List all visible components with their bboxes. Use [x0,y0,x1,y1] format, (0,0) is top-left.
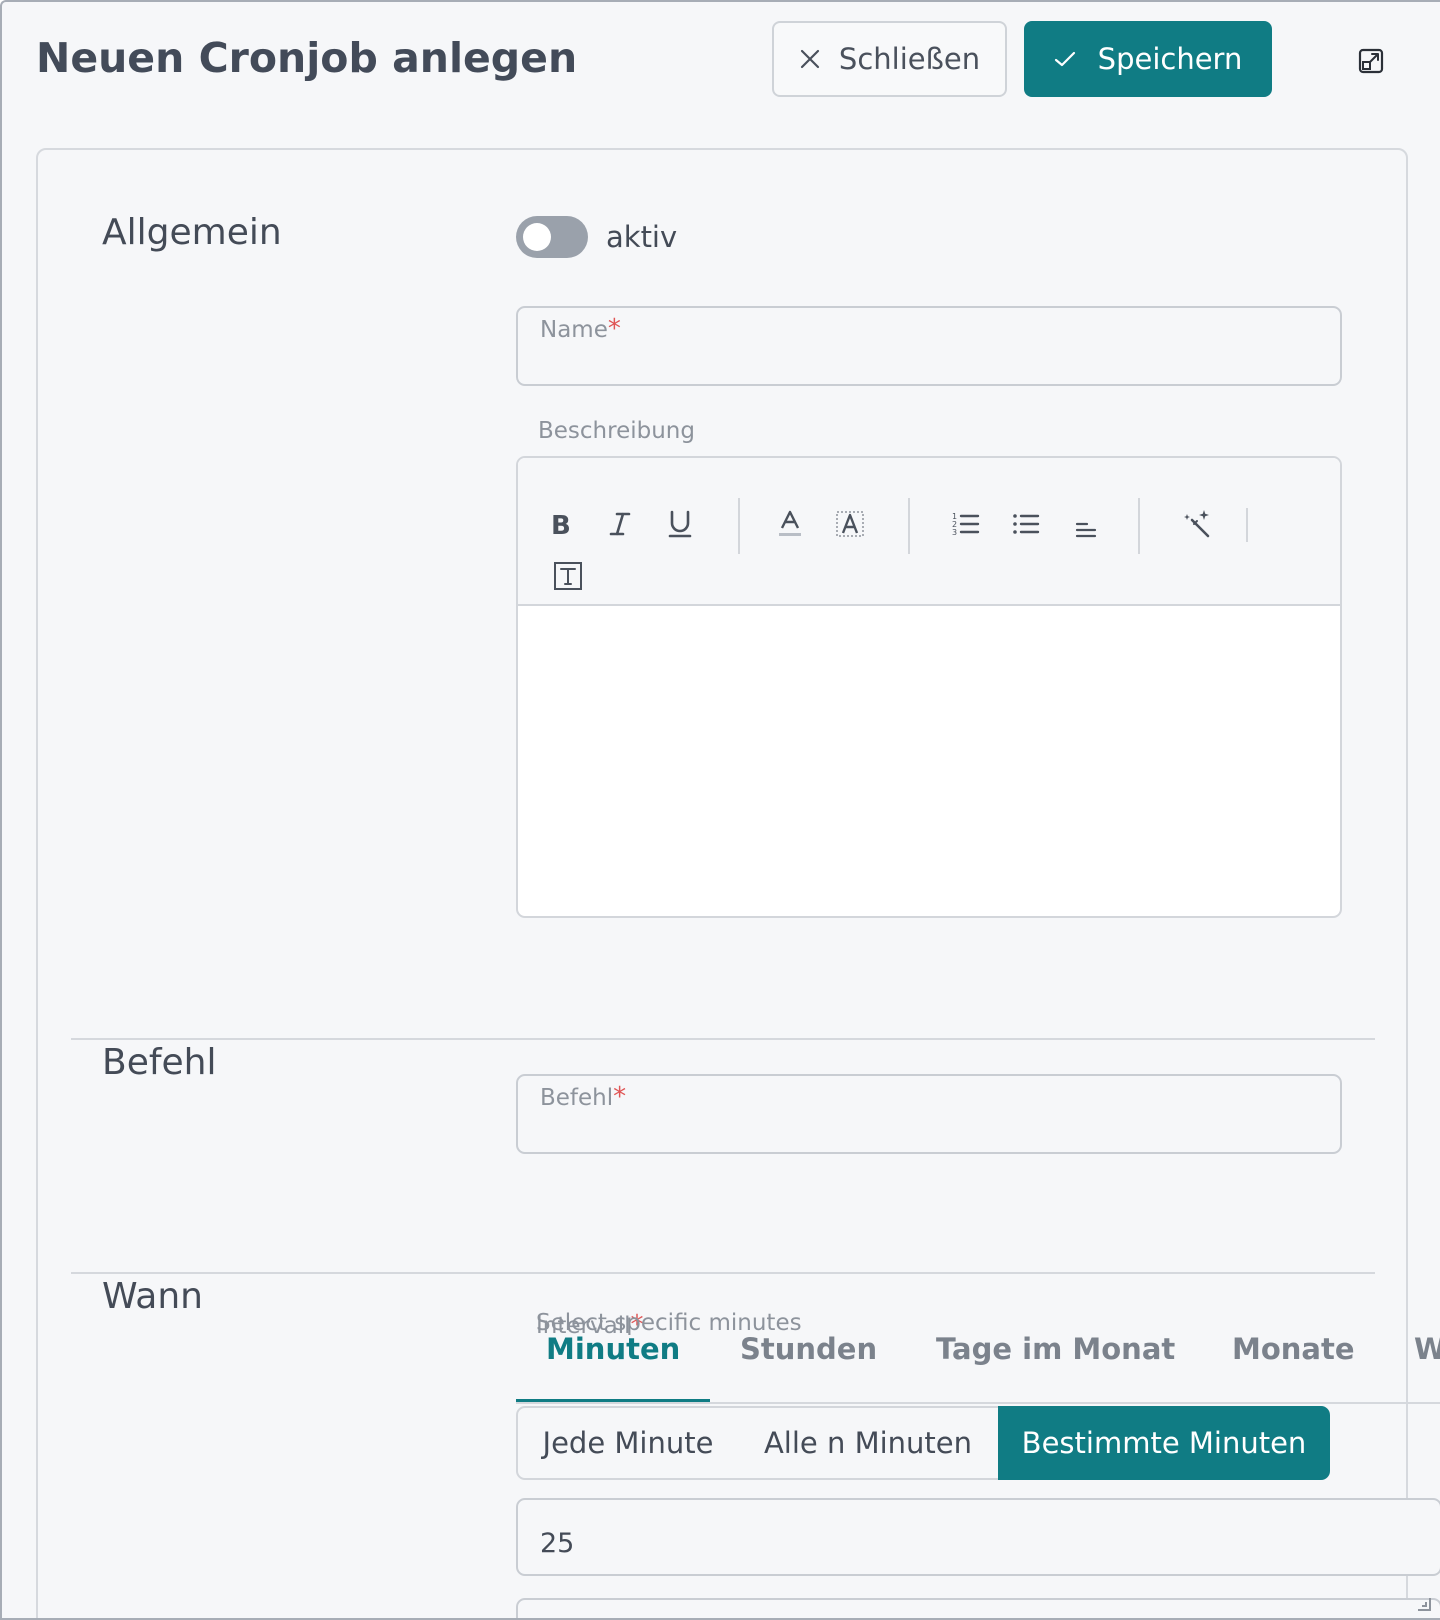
italic-icon[interactable] [602,506,638,542]
toolbar-separator [738,498,740,554]
command-label-text: Befehl [540,1085,614,1111]
mode-specific-minutes[interactable]: Bestimmte Minuten [998,1406,1330,1480]
name-label-text: Name [540,317,608,343]
bullet-list-icon[interactable] [1008,506,1044,542]
close-button-label: Schließen [838,42,981,76]
next-field[interactable] [516,1598,1440,1618]
tab-wochentage[interactable]: W [1414,1332,1440,1366]
section-divider [71,1272,1375,1274]
resize-handle-icon[interactable] [1414,1594,1432,1612]
tab-monate[interactable]: Monate [1232,1332,1355,1366]
highlight-color-icon[interactable] [832,506,868,542]
ordered-list-icon[interactable]: 123 [948,506,984,542]
required-mark: * [613,1082,627,1112]
name-field-label: Name* [540,314,621,344]
section-title-wann: Wann [102,1276,203,1317]
mode-every-minute[interactable]: Jede Minute [516,1406,740,1480]
svg-text:3: 3 [952,528,957,537]
minutes-value-field[interactable]: 25 [516,1498,1440,1576]
toolbar-separator [908,498,910,554]
close-button[interactable]: Schließen [772,21,1007,97]
toolbar-separator [1246,508,1248,542]
section-divider [71,1038,1375,1040]
mode-every-n-minutes[interactable]: Alle n Minuten [738,1406,1000,1480]
text-color-icon[interactable] [772,506,808,542]
cronjob-dialog: Neuen Cronjob anlegen Schließen Speicher… [0,0,1440,1620]
close-icon [799,48,821,70]
tab-tage-im-monat[interactable]: Tage im Monat [936,1332,1175,1366]
text-format-icon[interactable] [550,558,586,594]
tab-stunden[interactable]: Stunden [740,1332,877,1366]
svg-text:B: B [551,511,571,538]
section-title-allgemein: Allgemein [102,212,282,253]
magic-wand-icon[interactable] [1180,506,1216,542]
command-field[interactable]: Befehl* [516,1074,1342,1154]
bold-icon[interactable]: B [542,506,578,542]
tabs-baseline [516,1402,1440,1404]
check-icon [1054,50,1076,68]
editor-toolbar: B 123 [518,458,1340,606]
minutes-value: 25 [540,1528,575,1559]
description-editor[interactable]: B 123 [516,456,1342,918]
required-mark: * [607,314,621,344]
save-button-label: Speichern [1097,42,1243,76]
toolbar-separator [1138,498,1140,554]
tab-minuten[interactable]: Minuten [546,1332,680,1366]
active-toggle-group: aktiv [516,216,677,258]
align-left-icon[interactable] [1068,510,1104,546]
name-field[interactable]: Name* [516,306,1342,386]
expand-icon[interactable] [1357,47,1385,75]
active-toggle[interactable] [516,216,588,258]
save-button[interactable]: Speichern [1024,21,1272,97]
underline-icon[interactable] [662,506,698,542]
command-field-label: Befehl* [540,1082,626,1112]
form-card: Allgemein aktiv Name* Beschreibung B 1 2… [36,148,1408,1618]
description-label: Beschreibung [538,418,695,444]
dialog-title: Neuen Cronjob anlegen [36,34,578,82]
active-toggle-label: aktiv [606,220,678,254]
section-title-befehl: Befehl [102,1042,217,1083]
toggle-knob [523,223,551,251]
